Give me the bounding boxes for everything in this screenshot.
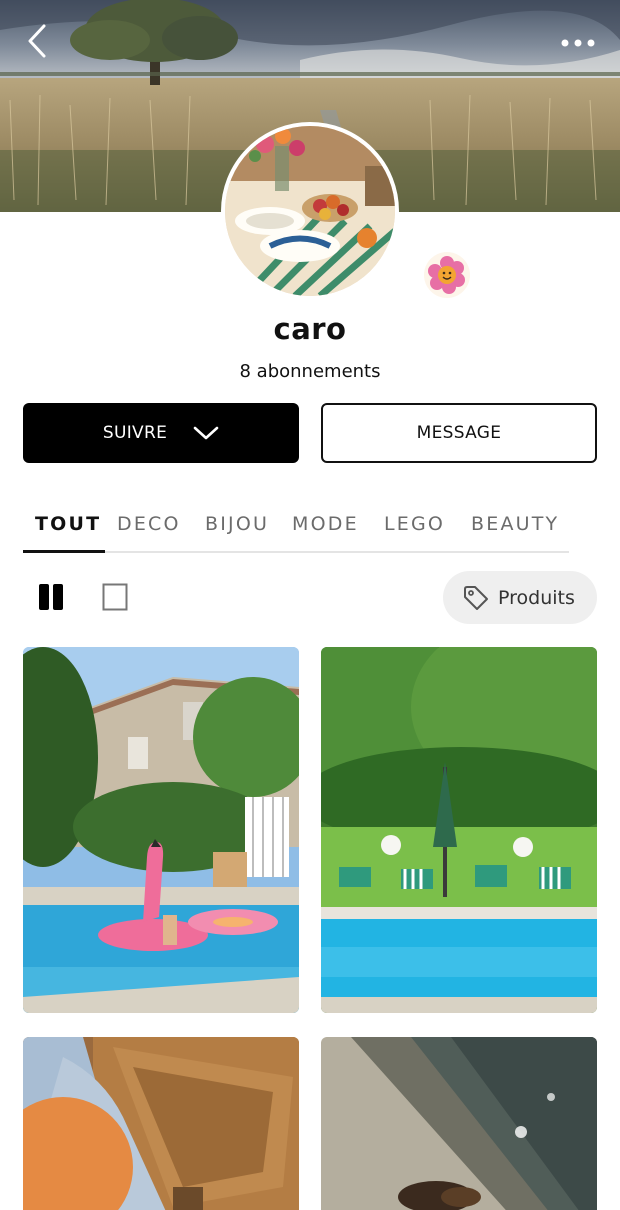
single-view-icon bbox=[102, 583, 128, 611]
chevron-down-icon bbox=[193, 426, 219, 440]
tab-mode[interactable]: MODE bbox=[292, 513, 359, 535]
follow-button[interactable]: SUIVRE bbox=[23, 403, 299, 463]
more-button[interactable] bbox=[556, 30, 600, 56]
category-tabs: TOUT DECO BIJOU MODE LEGO BEAUTY bbox=[23, 505, 569, 553]
post-thumbnail[interactable] bbox=[321, 647, 597, 1013]
post-thumbnail[interactable] bbox=[23, 647, 299, 1013]
more-horizontal-icon bbox=[561, 39, 595, 47]
tab-beauty[interactable]: BEAUTY bbox=[471, 513, 559, 535]
tab-lego[interactable]: LEGO bbox=[384, 513, 445, 535]
smiley-flower-icon bbox=[424, 252, 470, 298]
post-thumbnail[interactable] bbox=[321, 1037, 597, 1210]
follow-button-label: SUIVRE bbox=[102, 423, 168, 443]
grid-view-icon bbox=[39, 584, 63, 610]
post-thumbnail[interactable] bbox=[23, 1037, 299, 1210]
products-button[interactable]: Produits bbox=[443, 571, 597, 624]
message-button-label: MESSAGE bbox=[416, 423, 502, 443]
products-label: Produits bbox=[498, 586, 575, 609]
tab-tout[interactable]: TOUT bbox=[35, 513, 101, 535]
single-view-button[interactable] bbox=[102, 583, 128, 611]
back-button[interactable] bbox=[22, 22, 56, 60]
grid-view-button[interactable] bbox=[38, 583, 64, 611]
active-tab-indicator bbox=[23, 550, 105, 553]
profile-username: caro bbox=[273, 312, 347, 346]
tab-deco[interactable]: DECO bbox=[117, 513, 181, 535]
avatar[interactable] bbox=[221, 122, 399, 300]
chevron-left-icon bbox=[28, 24, 46, 58]
message-button[interactable]: MESSAGE bbox=[321, 403, 597, 463]
tab-bijou[interactable]: BIJOU bbox=[205, 513, 269, 535]
tag-icon bbox=[464, 585, 488, 610]
followers-count[interactable]: 8 abonnements bbox=[0, 361, 620, 382]
